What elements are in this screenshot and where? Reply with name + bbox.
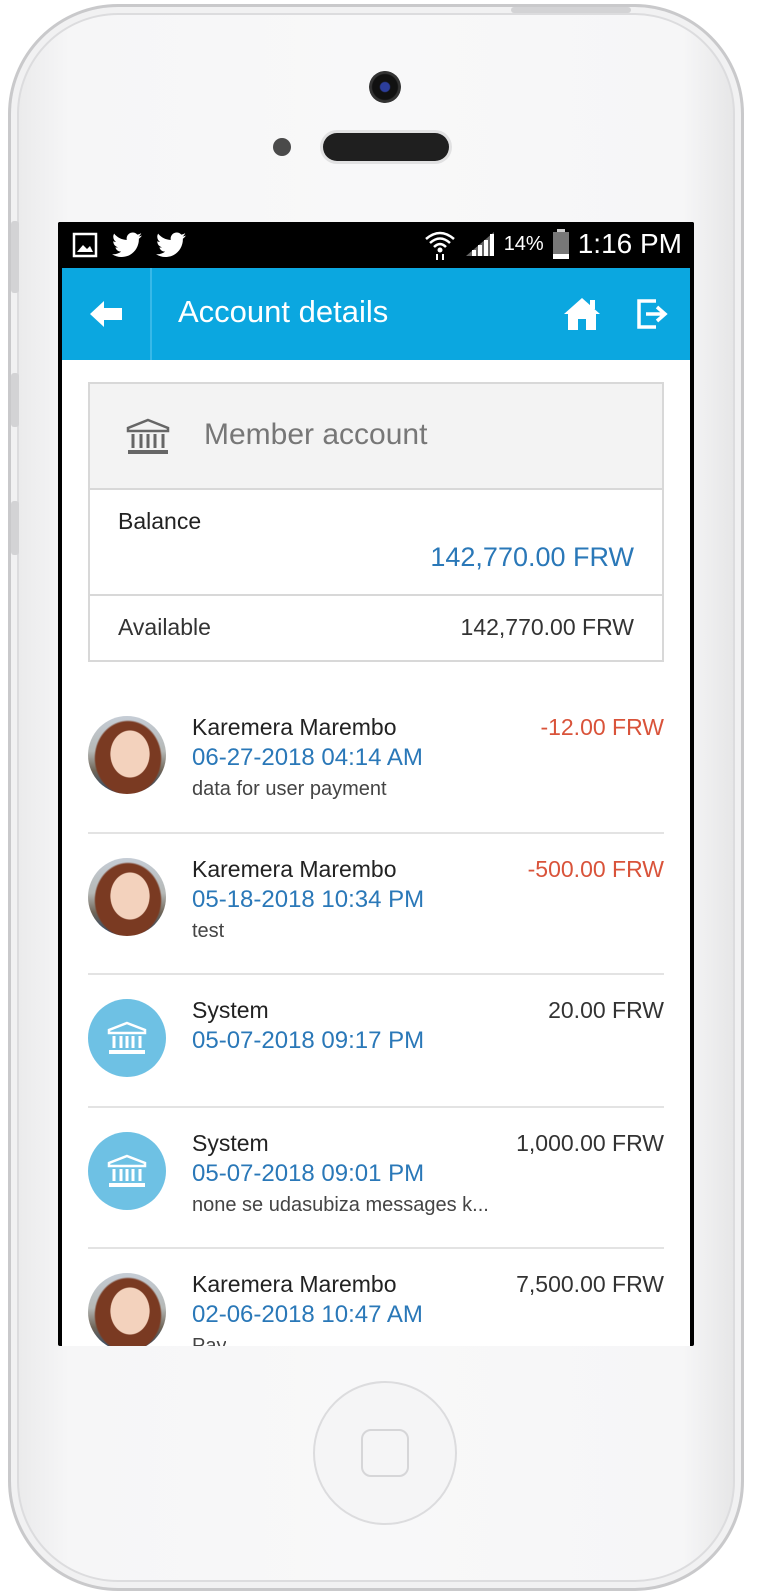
transaction-description: Pay	[192, 1335, 227, 1346]
transaction-amount: -500.00 FRW	[527, 856, 664, 882]
transaction-name: System	[192, 997, 269, 1023]
transaction-row[interactable]: Karemera Marembo 06-27-2018 04:14 AM dat…	[88, 692, 664, 834]
transaction-description: test	[192, 920, 225, 942]
content-area: Member account Balance 142,770.00 FRW Av…	[62, 360, 690, 1346]
back-button[interactable]	[62, 268, 152, 360]
transaction-date: 06-27-2018 04:14 AM	[192, 744, 423, 771]
transaction-row[interactable]: System 05-07-2018 09:01 PM none se udasu…	[88, 1108, 664, 1249]
battery-icon	[552, 229, 569, 259]
power-button	[511, 7, 631, 13]
transaction-row[interactable]: Karemera Marembo 02-06-2018 10:47 AM Pay…	[88, 1249, 664, 1346]
transaction-amount: 7,500.00 FRW	[516, 1271, 664, 1297]
available-row: Available 142,770.00 FRW	[90, 596, 662, 662]
balance-value: 142,770.00 FRW	[430, 542, 634, 572]
transaction-name: Karemera Marembo	[192, 714, 397, 740]
bank-icon	[126, 418, 170, 454]
available-label: Available	[118, 614, 211, 640]
image-icon	[72, 232, 98, 258]
transaction-date: 02-06-2018 10:47 AM	[192, 1301, 423, 1328]
account-card-header[interactable]: Member account	[90, 384, 662, 490]
home-button[interactable]	[562, 296, 602, 337]
transaction-name: Karemera Marembo	[192, 1271, 397, 1297]
balance-row: Balance 142,770.00 FRW	[90, 490, 662, 596]
transaction-date: 05-18-2018 10:34 PM	[192, 886, 425, 913]
transaction-row[interactable]: Karemera Marembo 05-18-2018 10:34 PM tes…	[88, 834, 664, 975]
transaction-name: Karemera Marembo	[192, 856, 397, 882]
transaction-list: Karemera Marembo 06-27-2018 04:14 AM dat…	[88, 692, 664, 1346]
avatar	[88, 999, 166, 1077]
transaction-amount: -12.00 FRW	[540, 714, 664, 740]
mute-switch	[11, 221, 19, 293]
earpiece-speaker	[323, 133, 449, 161]
wifi-icon	[424, 231, 455, 260]
avatar	[88, 716, 166, 794]
proximity-sensor	[273, 138, 291, 156]
bank-icon	[107, 1154, 147, 1187]
logout-button[interactable]	[636, 298, 670, 335]
avatar	[88, 1273, 166, 1346]
transaction-name: System	[192, 1130, 269, 1156]
account-title: Member account	[204, 418, 428, 451]
home-icon	[564, 298, 600, 330]
page-title: Account details	[178, 294, 389, 329]
account-card: Member account Balance 142,770.00 FRW Av…	[88, 382, 664, 662]
transaction-amount: 1,000.00 FRW	[516, 1130, 664, 1156]
avatar	[88, 858, 166, 936]
phone-screen: 14% 1:16 PM Account details Member accou…	[58, 222, 694, 1346]
transaction-description: none se udasubiza messages k...	[192, 1194, 489, 1216]
signal-icon	[465, 232, 494, 256]
status-time: 1:16 PM	[577, 228, 682, 259]
front-camera	[369, 71, 401, 103]
battery-percent: 14%	[503, 232, 544, 255]
volume-up-button	[11, 373, 19, 427]
volume-down-button	[11, 501, 19, 555]
logout-icon	[637, 299, 668, 329]
transaction-date: 05-07-2018 09:17 PM	[192, 1027, 425, 1054]
bank-icon	[107, 1021, 147, 1054]
app-bar: Account details	[62, 268, 690, 360]
twitter-icon	[112, 232, 142, 257]
status-bar: 14% 1:16 PM	[58, 222, 694, 268]
phone-home-button[interactable]	[313, 1381, 457, 1525]
balance-label: Balance	[118, 508, 202, 534]
transaction-amount: 20.00 FRW	[548, 997, 664, 1023]
transaction-description: data for user payment	[192, 778, 387, 800]
transaction-row[interactable]: System 05-07-2018 09:17 PM 20.00 FRW	[88, 975, 664, 1108]
available-value: 142,770.00 FRW	[460, 614, 634, 640]
transaction-date: 05-07-2018 09:01 PM	[192, 1160, 425, 1187]
twitter-icon	[156, 232, 186, 257]
avatar	[88, 1132, 166, 1210]
arrow-left-icon	[90, 301, 122, 327]
